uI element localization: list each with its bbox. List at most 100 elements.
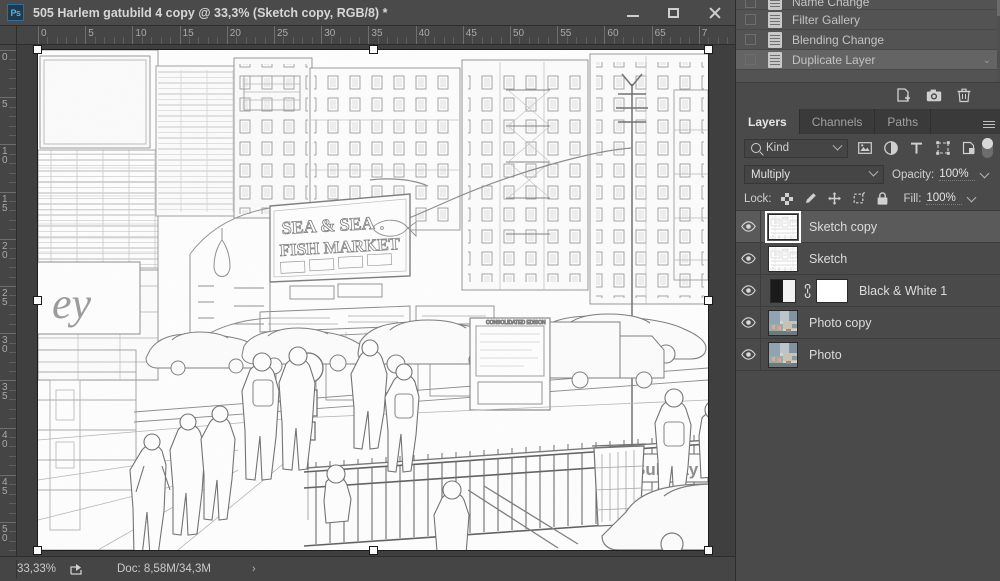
document-size-info: Doc: 8,58M/34,3M [117,563,211,575]
history-state-row[interactable]: Blending Change [736,30,1000,50]
layer-thumbnail[interactable] [768,245,798,272]
maximize-button[interactable] [653,0,694,26]
history-snapshot-checkbox[interactable] [745,34,756,45]
transform-handle-top-left[interactable] [33,45,42,54]
opacity-slider-chevron-icon[interactable] [979,168,990,178]
zoom-level[interactable]: 33,33% [17,563,69,575]
panel-menu-icon[interactable] [977,109,1000,134]
lock-image-pixels-icon[interactable] [804,192,818,206]
layer-name-label[interactable]: Photo copy [809,316,872,330]
create-document-from-state-button[interactable] [889,86,919,106]
layer-row[interactable]: Sketch copy [736,210,1000,243]
history-state-icon [768,0,782,10]
layer-name-label[interactable]: Black & White 1 [859,284,947,298]
layer-mask-thumbnail[interactable] [816,278,848,303]
tab-paths[interactable]: Paths [875,109,932,134]
history-snapshot-checkbox[interactable] [745,14,756,25]
history-state-row[interactable]: Name Change [736,0,1000,10]
status-expand-arrow[interactable]: › [252,563,256,575]
layer-thumbnail[interactable] [768,341,798,368]
lock-all-icon[interactable] [876,192,890,206]
transform-handle-middle-left[interactable] [33,296,42,305]
opacity-value[interactable]: 100% [939,168,976,181]
ruler-minor-tick [9,493,16,495]
minimize-button[interactable] [612,0,653,26]
ruler-minor-tick [9,87,16,89]
filter-type-layers-icon[interactable] [909,141,924,156]
ruler-minor-tick [349,37,351,44]
layer-filter-kind-select[interactable]: Kind [744,138,848,158]
ruler-minor-tick [283,37,285,44]
vertical-ruler[interactable]: 05101520253035404550 [0,45,17,556]
layer-name-label[interactable]: Sketch copy [809,220,877,234]
ruler-minor-tick [9,172,16,174]
filter-adjustment-layers-icon[interactable] [883,141,898,156]
fill-label: Fill: [903,192,922,205]
tab-channels[interactable]: Channels [800,109,876,134]
document-canvas[interactable]: ey [33,45,713,555]
history-state-row[interactable]: Duplicate Layer ⌄ [736,50,1000,70]
create-new-snapshot-button[interactable] [919,86,949,106]
ruler-tick [0,238,16,240]
layer-visibility-eye-icon[interactable] [736,253,760,264]
transform-handle-top-center[interactable] [369,45,378,54]
fill-value[interactable]: 100% [926,192,963,205]
tab-layers[interactable]: Layers [736,109,800,134]
layer-row[interactable]: Photo [736,338,1000,371]
ruler-tick [557,26,559,44]
layer-visibility-eye-icon[interactable] [736,349,760,360]
lock-transparent-pixels-icon[interactable] [780,192,794,206]
filter-smart-object-icon[interactable] [961,141,976,156]
layers-list[interactable]: Sketch copy Sketch Black & White 1 Photo co… [736,210,1000,371]
ruler-minor-tick [538,37,540,44]
history-snapshot-checkbox[interactable] [745,0,756,8]
transform-handle-bottom-center[interactable] [369,546,378,555]
transform-handle-bottom-right[interactable] [704,546,713,555]
ruler-minor-tick [340,37,342,44]
ruler-minor-tick [9,106,16,108]
close-button[interactable] [694,0,735,26]
ruler-minor-tick [47,37,49,44]
transform-handle-middle-right[interactable] [704,296,713,305]
history-panel-buttons [736,82,1000,108]
layer-thumbnail[interactable] [765,210,801,243]
layer-visibility-eye-icon[interactable] [736,221,760,232]
layer-row[interactable]: Sketch [736,242,1000,275]
lock-position-icon[interactable] [828,192,842,206]
filter-pixel-layers-icon[interactable] [857,141,872,156]
layer-row[interactable]: Black & White 1 [736,274,1000,307]
chevron-down-icon[interactable]: ⌄ [983,55,991,66]
layer-row[interactable]: Photo copy [736,306,1000,339]
ruler-minor-tick [519,37,521,44]
ruler-minor-tick [9,68,16,70]
filter-enable-toggle[interactable] [982,138,993,158]
history-state-row[interactable]: Filter Gallery [736,10,1000,30]
link-icon[interactable] [800,283,814,298]
history-list[interactable]: Name Change Filter Gallery Blending Change… [736,0,1000,70]
ruler-minor-tick [9,342,16,344]
canvas-work-area[interactable]: ey [17,45,735,556]
history-snapshot-checkbox[interactable] [745,54,756,65]
blend-mode-select[interactable]: Multiply [744,165,884,184]
layer-visibility-eye-icon[interactable] [736,285,760,296]
transform-handle-bottom-left[interactable] [33,546,42,555]
ruler-minor-tick [207,37,209,44]
filter-shape-layers-icon[interactable] [935,141,950,156]
lock-label: Lock: [744,192,772,205]
layer-name-label[interactable]: Photo [809,348,842,362]
delete-state-button[interactable] [949,86,979,106]
layer-visibility-eye-icon[interactable] [736,317,760,328]
transform-handle-top-right[interactable] [704,45,713,54]
layer-name-label[interactable]: Sketch [809,252,847,266]
ruler-minor-tick [9,540,16,542]
fill-slider-chevron-icon[interactable] [966,192,977,202]
ruler-minor-tick [9,399,16,401]
ruler-minor-tick [708,37,710,44]
layer-thumbnail[interactable] [768,309,798,336]
horizontal-ruler[interactable]: 0 5 10 15 20 25 30 35 40 45 50 55 60 65 7 [17,26,735,45]
lock-artboard-nesting-icon[interactable] [852,192,866,206]
ruler-minor-tick [9,446,16,448]
adjustment-layer-thumbnail[interactable] [770,278,796,303]
share-icon[interactable] [70,563,84,575]
ruler-corner[interactable] [0,26,17,45]
